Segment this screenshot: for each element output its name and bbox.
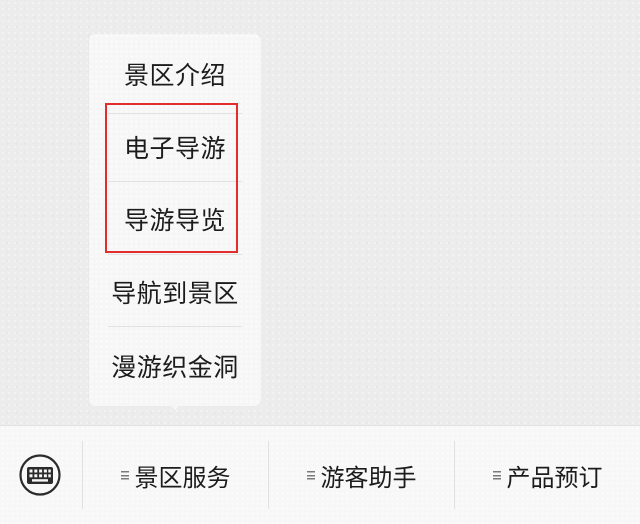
submenu-item-guided-tour[interactable]: 导游导览 xyxy=(89,183,261,255)
submenu-pointer-arrow xyxy=(166,400,184,410)
submenu-item-label: 电子导游 xyxy=(123,134,226,163)
submenu-item-navigate[interactable]: 导航到景区 xyxy=(89,256,261,328)
submenu-popup: 景区介绍 电子导游 导游导览 导航到景区 漫游织金洞 xyxy=(89,34,261,406)
menu-tab-label: 产品预订 xyxy=(506,463,603,492)
keyboard-toggle-button[interactable] xyxy=(18,453,62,497)
keyboard-icon xyxy=(19,454,61,496)
bottom-menu-bar: 景区服务 游客助手 产品预订 xyxy=(0,425,640,524)
menu-tab-product-booking[interactable]: 产品预订 xyxy=(455,426,640,524)
submenu-divider xyxy=(108,254,242,255)
menu-tab-label: 游客助手 xyxy=(320,463,417,492)
submenu-item-label: 导游导览 xyxy=(123,206,226,235)
menu-tab-label: 景区服务 xyxy=(134,463,231,492)
menu-tab-scenic-services[interactable]: 景区服务 xyxy=(83,426,268,524)
submenu-item-scenic-intro[interactable]: 景区介绍 xyxy=(89,38,261,110)
submenu-item-label: 漫游织金洞 xyxy=(111,353,239,382)
submenu-item-label: 景区介绍 xyxy=(123,61,226,90)
menu-list-icon xyxy=(120,470,129,480)
submenu-item-label: 导航到景区 xyxy=(111,279,239,308)
menu-list-icon xyxy=(306,470,315,480)
submenu-item-electronic-guide[interactable]: 电子导游 xyxy=(89,111,261,183)
submenu-item-roam-cave[interactable]: 漫游织金洞 xyxy=(89,330,261,402)
menu-tab-visitor-assistant[interactable]: 游客助手 xyxy=(269,426,454,524)
submenu-divider xyxy=(108,181,242,182)
submenu-divider xyxy=(108,326,242,327)
menu-list-icon xyxy=(492,470,501,480)
